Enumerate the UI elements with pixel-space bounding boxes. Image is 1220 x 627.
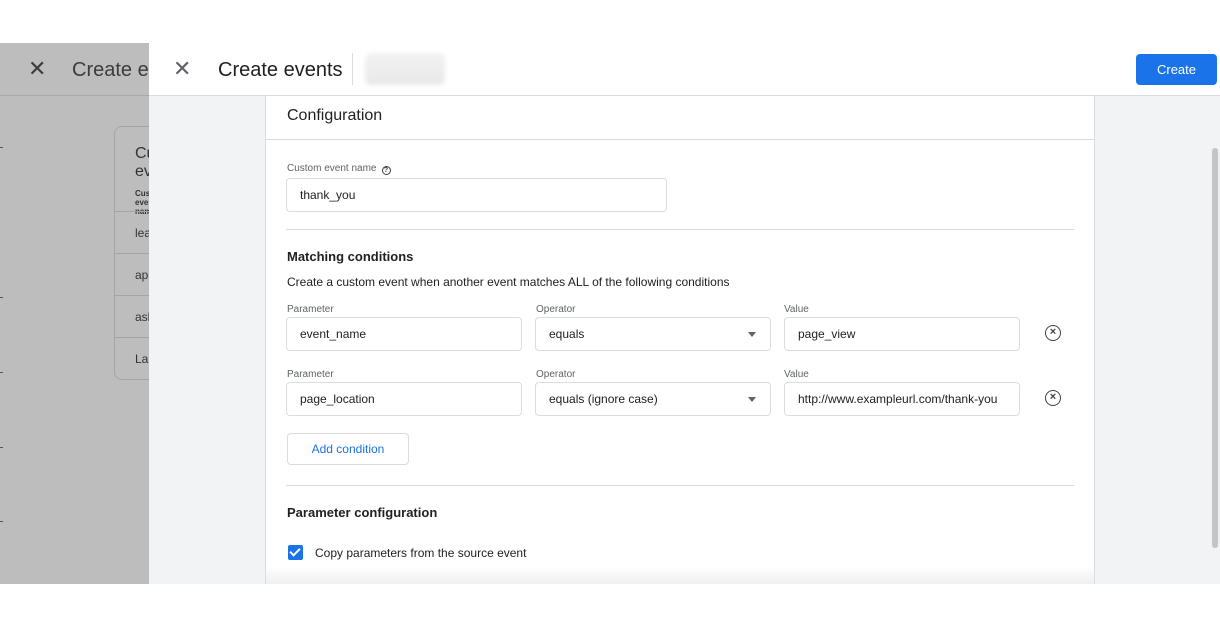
help-icon[interactable]: ? <box>381 166 391 175</box>
event-name-label: Custom event name <box>287 163 377 174</box>
background-tick <box>0 147 3 148</box>
background-tick <box>0 521 3 522</box>
parameter-label: Parameter <box>287 369 334 380</box>
close-icon[interactable]: ✕ <box>173 57 191 81</box>
remove-condition-icon[interactable]: × <box>1045 390 1061 406</box>
stage: ✕ Create events Custom events Custom eve… <box>0 43 1220 584</box>
create-button[interactable]: Create <box>1136 54 1217 85</box>
create-events-dialog: ✕ Create events Create Configuration Cus… <box>149 43 1220 584</box>
scroll-fade <box>266 566 1094 584</box>
panel-header: Configuration <box>266 96 1094 140</box>
parameter-configuration-title: Parameter configuration <box>287 505 438 520</box>
background-header: ✕ Create events <box>0 43 149 96</box>
dropdown-arrow-icon <box>748 397 756 402</box>
operator-select[interactable]: equals (ignore case) <box>535 382 771 416</box>
dialog-title: Create events <box>218 59 343 81</box>
background-row: apply <box>115 253 149 295</box>
event-name-input[interactable]: thank_you <box>286 178 667 212</box>
operator-label: Operator <box>536 369 576 380</box>
dropdown-arrow-icon <box>748 332 756 337</box>
header-divider <box>352 53 353 85</box>
operator-select-value: equals (ignore case) <box>549 392 658 406</box>
background-tick <box>0 447 3 448</box>
background-row: Landing <box>115 337 149 379</box>
background-row: lead <box>115 211 149 253</box>
copy-parameters-label[interactable]: Copy parameters from the source event <box>315 546 526 560</box>
matching-conditions-title: Matching conditions <box>287 249 414 264</box>
background-tick <box>0 372 3 373</box>
copy-parameters-checkbox[interactable] <box>288 545 303 560</box>
parameter-input[interactable]: event_name <box>286 317 522 351</box>
background-title: Create events <box>72 59 149 81</box>
parameter-label: Parameter <box>287 304 334 315</box>
divider <box>286 485 1075 486</box>
operator-select[interactable]: equals <box>535 317 771 351</box>
add-condition-button[interactable]: Add condition <box>287 433 409 465</box>
background-card-title: Custom events <box>135 145 149 180</box>
configuration-panel: Configuration Custom event name? thank_y… <box>265 96 1095 584</box>
value-input[interactable]: page_view <box>784 317 1020 351</box>
background-close-icon: ✕ <box>28 56 47 81</box>
background-card: Custom events Custom event name lead app… <box>114 126 149 380</box>
value-input[interactable]: http://www.exampleurl.com/thank-you <box>784 382 1020 416</box>
background-tick <box>0 297 3 298</box>
event-name-label-row: Custom event name? <box>287 163 391 175</box>
value-label: Value <box>784 369 809 380</box>
redacted-property-name <box>365 53 445 85</box>
parameter-input[interactable]: page_location <box>286 382 522 416</box>
configuration-title: Configuration <box>287 107 383 124</box>
matching-conditions-description: Create a custom event when another event… <box>287 275 730 289</box>
background-dialog: ✕ Create events Custom events Custom eve… <box>0 43 149 584</box>
operator-label: Operator <box>536 304 576 315</box>
background-row: ask <box>115 295 149 337</box>
dialog-header: ✕ Create events Create <box>149 43 1220 96</box>
remove-condition-icon[interactable]: × <box>1045 325 1061 341</box>
operator-select-value: equals <box>549 327 585 341</box>
scrollbar[interactable] <box>1212 148 1218 548</box>
divider <box>286 229 1075 230</box>
value-label: Value <box>784 304 809 315</box>
